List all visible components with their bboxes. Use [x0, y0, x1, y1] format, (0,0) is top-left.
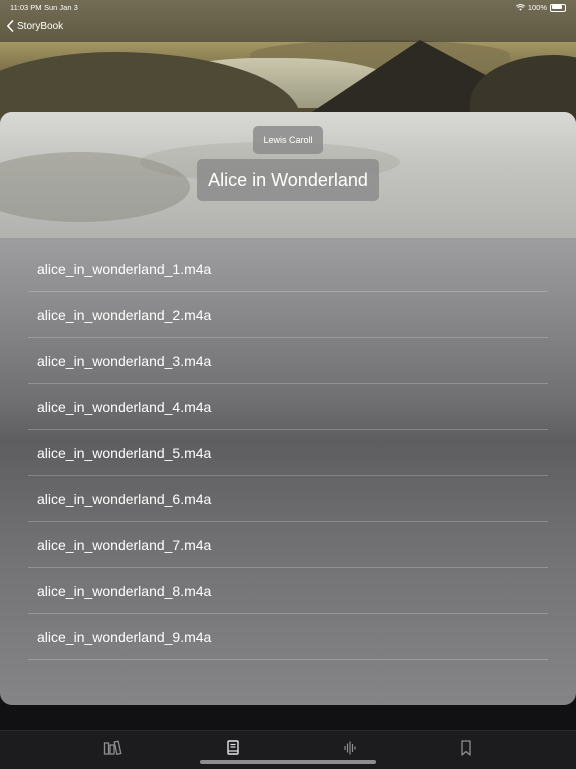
author-label: Lewis Caroll — [253, 126, 323, 154]
book-detail-sheet: Lewis Caroll Alice in Wonderland alice_i… — [0, 112, 576, 705]
track-row[interactable]: alice_in_wonderland_1.m4a — [28, 246, 548, 292]
track-list: alice_in_wonderland_1.m4a alice_in_wonde… — [28, 246, 548, 660]
bookmark-icon — [461, 740, 471, 756]
status-bar: 11:03 PM Sun Jan 3 100% — [0, 0, 576, 14]
battery-icon — [550, 3, 566, 12]
track-row[interactable]: alice_in_wonderland_3.m4a — [28, 338, 548, 384]
back-button-label: StoryBook — [17, 20, 64, 32]
tab-bookmarks[interactable] — [456, 740, 476, 756]
track-row[interactable]: alice_in_wonderland_7.m4a — [28, 522, 548, 568]
library-icon — [103, 740, 122, 756]
book-header: Lewis Caroll Alice in Wonderland — [0, 112, 576, 238]
status-date: Sun Jan 3 — [44, 3, 78, 12]
home-indicator — [200, 760, 376, 764]
book-title: Alice in Wonderland — [197, 159, 379, 201]
track-row[interactable]: alice_in_wonderland_8.m4a — [28, 568, 548, 614]
navigation-bar: StoryBook — [0, 14, 576, 42]
track-row[interactable]: alice_in_wonderland_2.m4a — [28, 292, 548, 338]
wifi-icon — [515, 4, 525, 11]
track-row[interactable]: alice_in_wonderland_4.m4a — [28, 384, 548, 430]
status-time: 11:03 PM — [10, 3, 42, 12]
book-icon — [227, 740, 239, 755]
tab-book[interactable] — [223, 740, 243, 756]
track-row[interactable]: alice_in_wonderland_5.m4a — [28, 430, 548, 476]
track-row[interactable]: alice_in_wonderland_6.m4a — [28, 476, 548, 522]
chevron-left-icon — [7, 20, 14, 32]
tab-library[interactable] — [103, 740, 123, 756]
battery-percent: 100% — [527, 3, 547, 12]
tab-audio[interactable] — [340, 740, 360, 756]
waveform-icon — [344, 741, 356, 755]
back-button[interactable]: StoryBook — [6, 20, 63, 32]
track-row[interactable]: alice_in_wonderland_9.m4a — [28, 614, 548, 660]
